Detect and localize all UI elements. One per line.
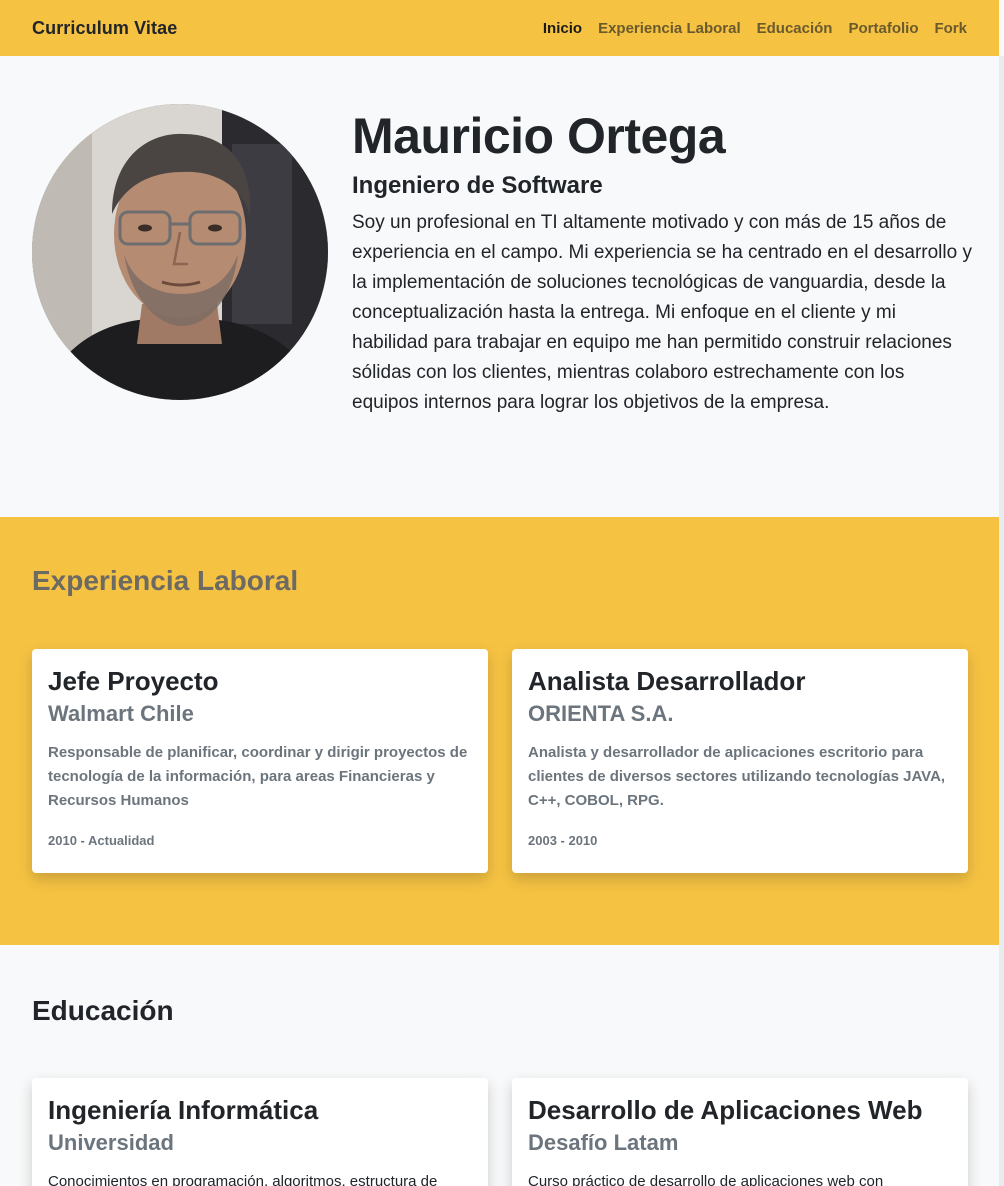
nav-link-educacion[interactable]: Educación <box>757 20 833 37</box>
navbar-brand[interactable]: Curriculum Vitae <box>32 18 177 39</box>
education-section: Educación Ingeniería Informática Univers… <box>0 945 999 1186</box>
nav-link-fork[interactable]: Fork <box>934 20 967 37</box>
experience-title: Experiencia Laboral <box>32 565 299 596</box>
page: Curriculum Vitae Inicio Experiencia Labo… <box>0 0 1004 1186</box>
experience-card: Analista Desarrollador ORIENTA S.A. Anal… <box>512 649 968 873</box>
degree-description: Conocimientos en programación, algoritmo… <box>48 1173 438 1186</box>
education-card: Ingeniería Informática Universidad Conoc… <box>32 1078 488 1186</box>
job-company: ORIENTA S.A. <box>528 701 674 726</box>
profile-role: Ingeniero de Software <box>352 172 603 199</box>
navbar: Curriculum Vitae Inicio Experiencia Labo… <box>0 0 999 56</box>
job-title: Analista Desarrollador <box>528 666 806 696</box>
degree-title: Desarrollo de Aplicaciones Web <box>528 1095 923 1125</box>
education-card: Desarrollo de Aplicaciones Web Desafío L… <box>512 1078 968 1186</box>
profile-name: Mauricio Ortega <box>352 108 726 164</box>
experience-section: Experiencia Laboral Jefe Proyecto Walmar… <box>0 517 999 945</box>
job-dates: 2003 - 2010 <box>528 833 598 848</box>
profile-photo-illustration <box>32 104 328 400</box>
job-description: Responsable de planificar, coordinar y d… <box>48 744 468 809</box>
experience-card: Jefe Proyecto Walmart Chile Responsable … <box>32 649 488 873</box>
hero-section: Mauricio Ortega Ingeniero de Software So… <box>0 56 999 517</box>
scrollbar[interactable] <box>999 56 1004 1186</box>
job-dates: 2010 - Actualidad <box>48 833 155 848</box>
nav-link-portafolio[interactable]: Portafolio <box>848 20 918 37</box>
job-description: Analista y desarrollador de aplicaciones… <box>528 744 946 809</box>
degree-title: Ingeniería Informática <box>48 1095 319 1125</box>
degree-institution: Desafío Latam <box>528 1130 679 1155</box>
nav-link-experiencia[interactable]: Experiencia Laboral <box>598 20 741 37</box>
degree-institution: Universidad <box>48 1130 174 1155</box>
job-company: Walmart Chile <box>48 701 194 726</box>
profile-about: Soy un profesional en TI altamente motiv… <box>352 212 972 413</box>
nav-link-inicio[interactable]: Inicio <box>543 20 582 37</box>
education-title: Educación <box>32 995 174 1026</box>
job-title: Jefe Proyecto <box>48 666 219 696</box>
hero-text: Mauricio Ortega Ingeniero de Software So… <box>352 104 972 418</box>
degree-description: Curso práctico de desarrollo de aplicaci… <box>528 1173 884 1186</box>
profile-photo <box>32 104 328 400</box>
nav-links: Inicio Experiencia Laboral Educación Por… <box>543 20 967 37</box>
